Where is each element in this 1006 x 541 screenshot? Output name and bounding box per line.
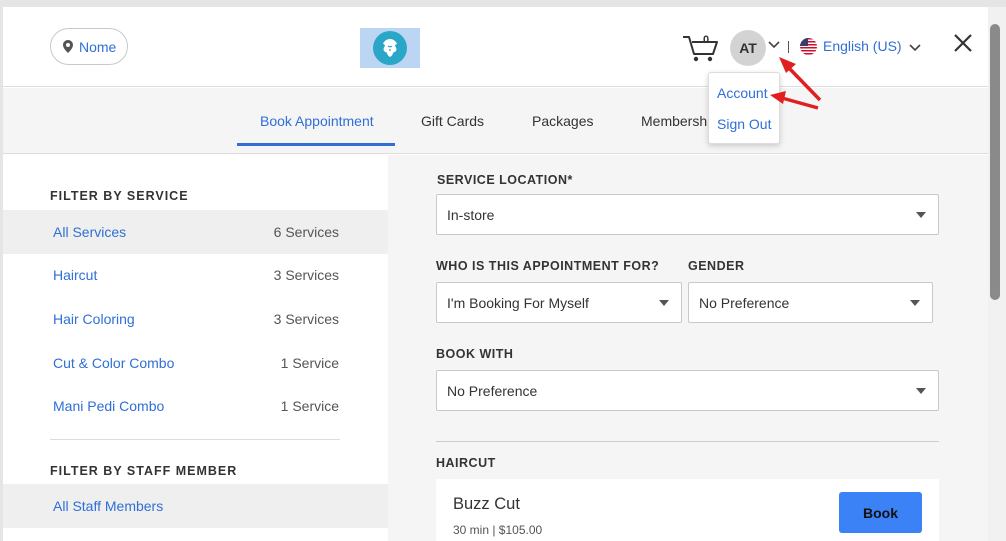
- tab-book-appointment[interactable]: Book Appointment: [260, 113, 374, 129]
- chevron-down-icon[interactable]: [908, 40, 922, 54]
- book-with-value: No Preference: [447, 382, 538, 399]
- chevron-down-icon[interactable]: [767, 37, 781, 51]
- appointment-for-select[interactable]: I'm Booking For Myself: [436, 282, 682, 323]
- staff-filter-item[interactable]: All Staff Members: [3, 484, 388, 528]
- service-filter-count: 3 Services: [273, 267, 339, 283]
- book-with-label: BOOK WITH: [436, 347, 514, 361]
- close-icon[interactable]: [952, 32, 974, 54]
- service-filter-name: Haircut: [53, 267, 98, 283]
- tab-gift-cards[interactable]: Gift Cards: [421, 113, 484, 129]
- service-category-heading: HAIRCUT: [436, 456, 496, 470]
- caret-down-icon: [916, 212, 926, 218]
- service-filter-item[interactable]: Hair Coloring 3 Services: [3, 297, 388, 341]
- account-dropdown-menu: Account Sign Out: [708, 72, 780, 144]
- service-filter-count: 1 Service: [280, 398, 339, 414]
- service-filter-count: 6 Services: [273, 224, 339, 240]
- gender-value: No Preference: [699, 294, 790, 311]
- menu-item-sign-out[interactable]: Sign Out: [717, 116, 771, 132]
- service-filter-item[interactable]: All Services 6 Services: [3, 210, 388, 254]
- caret-down-icon: [659, 300, 669, 306]
- appointment-for-label: WHO IS THIS APPOINTMENT FOR?: [436, 259, 660, 273]
- us-flag-icon: [800, 38, 817, 55]
- map-pin-icon: [63, 40, 73, 53]
- service-location-label: SERVICE LOCATION*: [437, 173, 573, 187]
- location-button[interactable]: Nome: [50, 28, 129, 65]
- service-filter-name: All Services: [53, 224, 127, 240]
- gender-label: GENDER: [688, 259, 745, 273]
- service-details: 30 min | $105.00: [453, 523, 543, 537]
- service-filter-title: FILTER BY SERVICE: [50, 189, 189, 203]
- caret-down-icon: [916, 388, 926, 394]
- scrollbar-thumb[interactable]: [990, 24, 1000, 300]
- language-selector[interactable]: English (US): [823, 38, 902, 54]
- staff-filter-title: FILTER BY STAFF MEMBER: [50, 464, 238, 478]
- service-filter-name: Cut & Color Combo: [53, 355, 175, 371]
- caret-down-icon: [910, 300, 920, 306]
- book-button[interactable]: Book: [839, 492, 922, 533]
- tab-memberships[interactable]: Membersh: [641, 113, 707, 129]
- service-location-value: In-store: [447, 206, 495, 223]
- book-with-select[interactable]: No Preference: [436, 370, 939, 411]
- service-filter-name: Mani Pedi Combo: [53, 398, 165, 414]
- header-separator: [788, 41, 789, 53]
- appointment-for-value: I'm Booking For Myself: [447, 294, 589, 311]
- service-filter-item[interactable]: Cut & Color Combo 1 Service: [3, 341, 388, 385]
- user-avatar[interactable]: AT: [730, 30, 766, 66]
- service-card: Buzz Cut 30 min | $105.00 Book: [436, 479, 939, 541]
- service-location-select[interactable]: In-store: [436, 194, 939, 235]
- booking-tabs: Book Appointment Gift Cards Packages Mem…: [3, 88, 988, 154]
- service-title: Buzz Cut: [453, 495, 520, 513]
- section-divider: [436, 441, 939, 442]
- staff-filter-name: All Staff Members: [53, 498, 164, 514]
- modal-header: Nome 0 AT English (US): [3, 7, 988, 87]
- service-filter-name: Hair Coloring: [53, 311, 135, 327]
- salon-logo: [360, 28, 420, 68]
- filter-sidebar: FILTER BY SERVICE All Services 6 Service…: [3, 155, 388, 541]
- service-filter-count: 1 Service: [280, 355, 339, 371]
- sidebar-divider: [50, 439, 340, 440]
- lion-logo-icon: [373, 31, 407, 65]
- shopping-cart-icon[interactable]: [681, 31, 721, 63]
- service-filter-item[interactable]: Mani Pedi Combo 1 Service: [3, 384, 388, 428]
- service-filter-item[interactable]: Haircut 3 Services: [3, 253, 388, 297]
- active-tab-indicator: [237, 143, 395, 146]
- gender-select[interactable]: No Preference: [688, 282, 933, 323]
- location-label: Nome: [79, 38, 117, 55]
- menu-item-account[interactable]: Account: [717, 85, 768, 101]
- cart-count-badge: 0: [703, 34, 710, 46]
- service-filter-count: 3 Services: [273, 311, 339, 327]
- booking-modal: Nome 0 AT English (US) Book Appointment …: [3, 7, 988, 541]
- tab-packages[interactable]: Packages: [532, 113, 593, 129]
